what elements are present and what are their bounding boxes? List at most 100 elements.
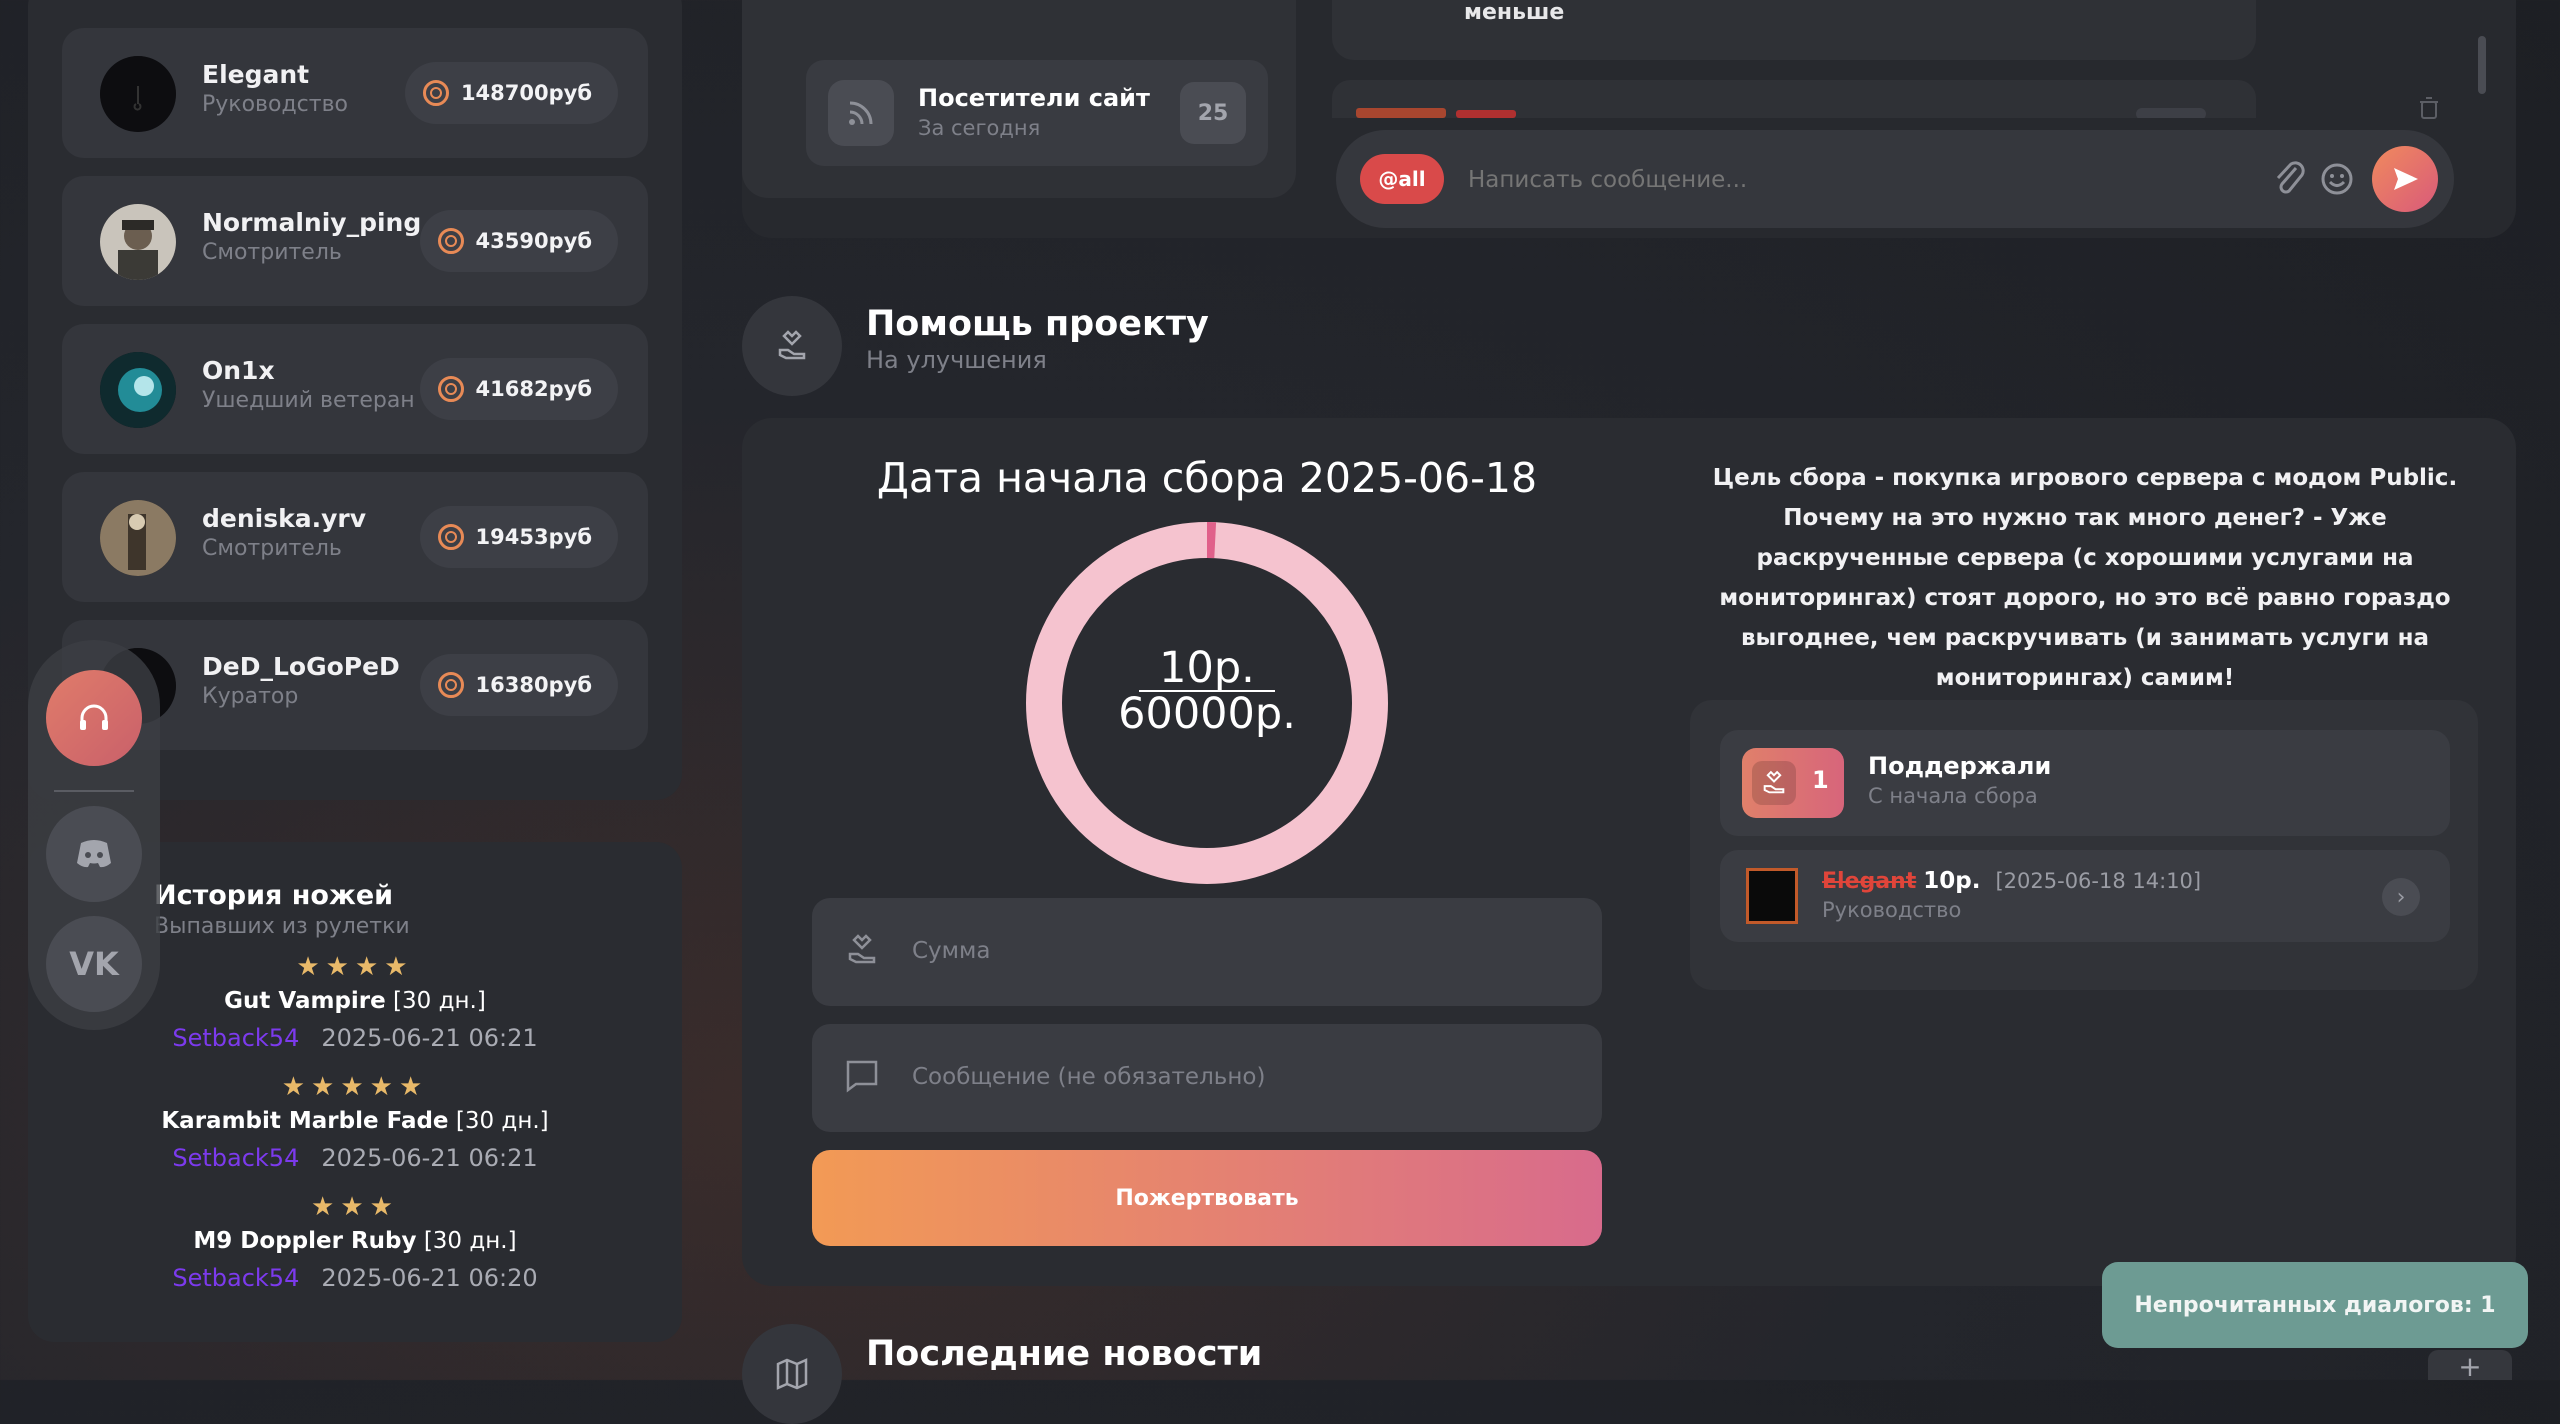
- chat-input-bar: @all: [1336, 130, 2454, 228]
- avatar: [100, 500, 176, 576]
- discord-button[interactable]: [46, 806, 142, 902]
- coin-icon: [438, 376, 464, 402]
- visitors-count: 25: [1180, 82, 1246, 144]
- fundraiser-description: Цель сбора - покупка игрового сервера с …: [1692, 458, 2478, 698]
- avatar: [100, 352, 176, 428]
- chat-scrollbar[interactable]: [2478, 36, 2486, 94]
- chat-message: меньше: [1332, 0, 2256, 60]
- rarity-stars: ★★★: [28, 1192, 682, 1222]
- supporters-badge: 1: [1742, 748, 1844, 818]
- donor-role: Руководство: [1822, 898, 1961, 922]
- knife-history-item: ★★★ M9 Doppler Ruby [30 дн.] Setback54 20…: [28, 1192, 682, 1292]
- leaderboard-item[interactable]: deniska.yrv Смотритель 19453руб: [62, 472, 648, 602]
- avatar: [100, 56, 176, 132]
- supporters-subtitle: С начала сбора: [1868, 784, 2038, 808]
- supporters-summary: 1 Поддержали С начала сбора: [1720, 730, 2450, 836]
- username-link[interactable]: Setback54: [172, 1264, 299, 1292]
- donate-hand-icon: [742, 296, 842, 396]
- attach-icon[interactable]: [2272, 158, 2306, 202]
- expand-plus-icon[interactable]: +: [2428, 1350, 2512, 1380]
- visitors-subtitle: За сегодня: [918, 116, 1040, 140]
- trash-icon[interactable]: [2418, 96, 2440, 126]
- knife-history-item: ★★★★★ Karambit Marble Fade [30 дн.] Setb…: [28, 1072, 682, 1172]
- chat-message-partial: [1332, 80, 2256, 118]
- knife-name: M9 Doppler Ruby: [193, 1228, 416, 1254]
- message-field[interactable]: Сообщение (не обязательно): [812, 1024, 1602, 1132]
- visitors-widget: Посетители сайт За сегодня 25: [806, 60, 1268, 166]
- user-role: Смотритель: [202, 536, 342, 561]
- coin-icon: [438, 524, 464, 550]
- user-name: DeD_LoGoPeD: [202, 652, 400, 681]
- rss-icon: [828, 80, 894, 146]
- headset-icon: [74, 698, 114, 738]
- drop-date: 2025-06-21 06:20: [321, 1264, 537, 1292]
- avatar: [1746, 868, 1798, 924]
- username-link[interactable]: Setback54: [172, 1144, 299, 1172]
- coin-icon: [438, 672, 464, 698]
- knife-history-subtitle: Выпавших из рулетки: [154, 914, 410, 939]
- user-role: Куратор: [202, 684, 298, 709]
- chevron-right-icon[interactable]: ›: [2382, 878, 2420, 916]
- supporters-title: Поддержали: [1868, 752, 2051, 780]
- mention-all-button[interactable]: @all: [1360, 154, 1444, 204]
- donate-hand-icon: [844, 932, 880, 977]
- avatar: [100, 204, 176, 280]
- balance-badge: 16380руб: [420, 654, 618, 716]
- news-title: Последние новости: [866, 1334, 1262, 1374]
- balance-badge: 19453руб: [420, 506, 618, 568]
- donor-date: [2025-06-18 14:10]: [1995, 869, 2201, 893]
- leaderboard-item[interactable]: Normalniy_ping Смотритель 43590руб: [62, 176, 648, 306]
- user-name: On1x: [202, 356, 275, 385]
- amount-field[interactable]: Сумма: [812, 898, 1602, 1006]
- discord-icon: [75, 839, 113, 869]
- time-badge: [2136, 108, 2206, 118]
- unread-dialogs-toast[interactable]: Непрочитанных диалогов: 1: [2102, 1262, 2528, 1348]
- section-subtitle: На улучшения: [866, 346, 1047, 374]
- send-button[interactable]: [2372, 146, 2438, 212]
- divider: [54, 790, 134, 792]
- user-name: Elegant: [202, 60, 309, 89]
- donor-amount: 10р.: [1923, 868, 1980, 894]
- user-name: deniska.yrv: [202, 504, 366, 533]
- emoji-icon[interactable]: [2320, 162, 2354, 200]
- donate-button[interactable]: Пожертвовать: [812, 1150, 1602, 1246]
- drop-date: 2025-06-21 06:21: [321, 1024, 537, 1052]
- donate-hand-icon: [1752, 761, 1796, 805]
- knife-history-title: История ножей: [154, 880, 393, 911]
- user-name: Normalniy_ping: [202, 208, 421, 237]
- fundraiser-start-title: Дата начала сбора 2025-06-18: [812, 454, 1602, 502]
- balance-badge: 43590руб: [420, 210, 618, 272]
- leaderboard-item[interactable]: On1x Ушедший ветеран 41682руб: [62, 324, 648, 454]
- username-redacted: [1456, 110, 1516, 118]
- donor-row[interactable]: Elegant 10р. [2025-06-18 14:10] Руководс…: [1720, 850, 2450, 942]
- balance-badge: 148700руб: [405, 62, 618, 124]
- leaderboard-item[interactable]: Elegant Руководство 148700руб: [62, 28, 648, 158]
- support-button[interactable]: [46, 670, 142, 766]
- vk-button[interactable]: VK: [46, 916, 142, 1012]
- username-link[interactable]: Setback54: [172, 1024, 299, 1052]
- visitors-title: Посетители сайт: [918, 84, 1150, 112]
- chat-message-input[interactable]: [1466, 154, 2070, 206]
- user-role: Руководство: [202, 92, 348, 117]
- comment-icon: [844, 1058, 880, 1103]
- knife-duration: [30 дн.]: [424, 1228, 517, 1254]
- username-flame: [1356, 108, 1446, 118]
- progress-label: 10р. 60000р.: [1022, 646, 1392, 736]
- coin-icon: [438, 228, 464, 254]
- user-role: Ушедший ветеран: [202, 388, 415, 413]
- message-placeholder: Сообщение (не обязательно): [912, 1064, 1265, 1090]
- donor-name: Elegant: [1822, 869, 1916, 894]
- balance-badge: 41682руб: [420, 358, 618, 420]
- knife-duration: [30 дн.]: [456, 1108, 549, 1134]
- amount-placeholder: Сумма: [912, 938, 990, 964]
- map-icon: [742, 1324, 842, 1424]
- rarity-stars: ★★★★★: [28, 1072, 682, 1102]
- donation-panel: Дата начала сбора 2025-06-18 10р. 60000р…: [742, 418, 2516, 1286]
- goal-amount: 60000р.: [1022, 692, 1392, 736]
- social-sidebar: VK: [28, 640, 160, 1030]
- knife-duration: [30 дн.]: [393, 988, 486, 1014]
- drop-date: 2025-06-21 06:21: [321, 1144, 537, 1172]
- user-role: Смотритель: [202, 240, 342, 265]
- collected-amount: 10р.: [1139, 646, 1275, 692]
- supporters-box: 1 Поддержали С начала сбора Elegant 10р.…: [1690, 700, 2478, 990]
